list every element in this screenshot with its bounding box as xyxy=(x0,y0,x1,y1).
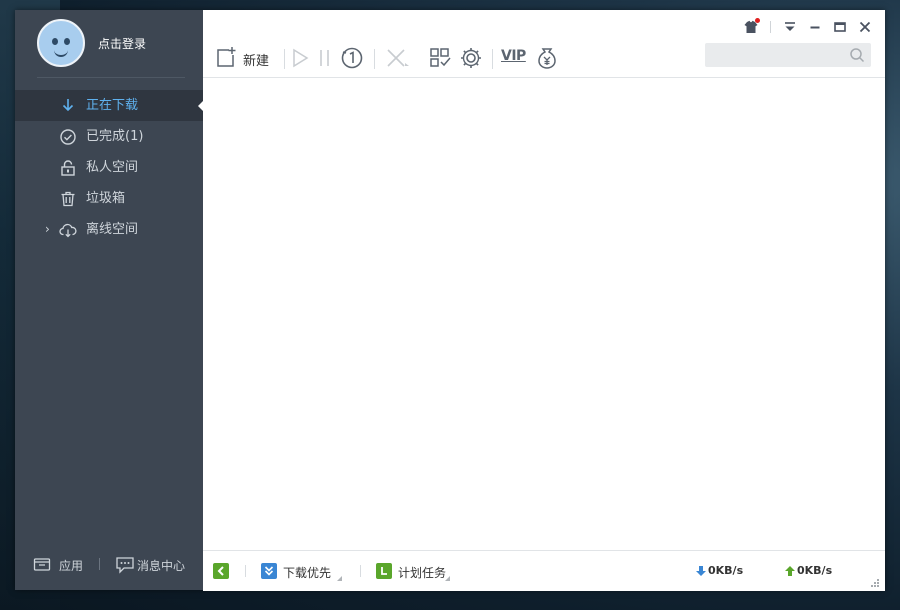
settings-gear-icon[interactable] xyxy=(459,46,483,70)
sidebar-item-private-space[interactable]: 私人空间 xyxy=(15,152,203,183)
sidebar-item-downloading[interactable]: 正在下载 xyxy=(15,90,204,121)
skin-shirt-icon[interactable] xyxy=(742,18,760,36)
profile-area: 点击登录 xyxy=(15,10,203,80)
login-link[interactable]: 点击登录 xyxy=(98,35,146,52)
download-speed-arrow-icon xyxy=(696,566,706,576)
toolbar: 新建 VIP xyxy=(203,40,885,78)
new-file-plus-icon xyxy=(217,47,236,67)
vip-label: VIP xyxy=(501,48,526,64)
upload-speed: 0KB/s xyxy=(797,564,833,577)
search-box xyxy=(705,43,871,67)
download-priority-dropdown-icon[interactable] xyxy=(337,576,342,581)
task-list-area[interactable] xyxy=(203,78,885,550)
apps-label: 应用 xyxy=(59,559,84,573)
message-center-label: 消息中心 xyxy=(137,559,186,573)
message-center-button[interactable]: 消息中心 xyxy=(115,556,185,577)
sidebar-divider xyxy=(37,77,185,78)
download-speed: 0KB/s xyxy=(708,564,744,577)
statusbar-divider xyxy=(245,565,246,577)
toolbar-divider xyxy=(284,49,285,69)
scheduled-task-label[interactable]: 计划任务 xyxy=(398,564,446,581)
clock-hands-icon xyxy=(381,567,387,575)
app-window: 点击登录 正在下载 已完成(1) 私人空间 垃圾箱 › 离线空间 应用 消息中心… xyxy=(15,10,885,591)
sidebar-footer: 应用 消息中心 xyxy=(15,550,203,580)
resize-grip-icon[interactable] xyxy=(870,578,880,588)
toolbar-divider xyxy=(492,49,493,69)
single-task-mode-icon[interactable] xyxy=(340,46,364,70)
new-task-button[interactable]: 新建 xyxy=(215,46,279,70)
trash-icon xyxy=(61,191,75,207)
sidebar: 点击登录 正在下载 已完成(1) 私人空间 垃圾箱 › 离线空间 应用 消息中心 xyxy=(15,10,204,590)
start-play-icon[interactable] xyxy=(290,46,310,70)
statusbar-divider xyxy=(360,565,361,577)
collapse-sidebar-button[interactable] xyxy=(213,563,229,579)
avatar[interactable] xyxy=(37,19,85,67)
titlebar-divider xyxy=(770,21,771,33)
sidebar-item-label: 垃圾箱 xyxy=(86,191,126,206)
qr-code-icon[interactable] xyxy=(429,46,451,70)
message-bubble-icon xyxy=(116,557,134,574)
avatar-mouth xyxy=(54,49,68,57)
download-priority-label[interactable]: 下载优先 xyxy=(283,564,331,581)
maximize-icon[interactable] xyxy=(831,18,849,36)
scheduled-task-icon[interactable] xyxy=(376,563,392,579)
money-bag-yen-icon[interactable] xyxy=(535,46,559,70)
apps-button[interactable]: 应用 xyxy=(33,556,83,575)
search-icon[interactable] xyxy=(849,47,865,63)
scheduled-task-dropdown-icon[interactable] xyxy=(445,576,450,581)
sidebar-item-label: 已完成(1) xyxy=(86,129,144,144)
avatar-eye-left xyxy=(52,38,58,45)
cloud-download-icon xyxy=(59,223,77,238)
double-chevron-down-icon xyxy=(264,566,274,576)
close-icon[interactable] xyxy=(856,18,874,36)
sidebar-item-label: 正在下载 xyxy=(86,98,139,113)
sidebar-item-completed[interactable]: 已完成(1) xyxy=(15,121,203,152)
upload-speed-arrow-icon xyxy=(785,566,795,576)
footer-divider xyxy=(99,558,100,570)
delete-x-icon[interactable] xyxy=(384,46,410,70)
toolbar-divider xyxy=(374,49,375,69)
check-circle-icon xyxy=(60,129,76,145)
sidebar-item-label: 私人空间 xyxy=(86,160,139,175)
minimize-icon[interactable] xyxy=(806,18,824,36)
sidebar-item-label: 离线空间 xyxy=(86,222,139,237)
download-priority-icon[interactable] xyxy=(261,563,277,579)
status-bar: 下载优先 计划任务 0KB/s 0KB/s xyxy=(203,550,885,591)
search-input[interactable] xyxy=(705,43,857,67)
download-arrow-icon xyxy=(62,99,74,112)
avatar-eye-right xyxy=(64,38,70,45)
vip-button[interactable]: VIP xyxy=(501,46,527,70)
pause-icon[interactable] xyxy=(317,46,333,70)
chevron-left-icon xyxy=(217,566,224,576)
new-task-label: 新建 xyxy=(243,54,270,69)
chevron-right-icon[interactable]: › xyxy=(45,214,50,245)
lock-icon xyxy=(61,160,75,176)
sidebar-nav: 正在下载 已完成(1) 私人空间 垃圾箱 › 离线空间 xyxy=(15,90,204,245)
menu-dropdown-icon[interactable] xyxy=(781,18,799,36)
apps-icon xyxy=(33,558,51,571)
sidebar-item-trash[interactable]: 垃圾箱 xyxy=(15,183,203,214)
sidebar-item-offline-space[interactable]: › 离线空间 xyxy=(15,214,203,245)
